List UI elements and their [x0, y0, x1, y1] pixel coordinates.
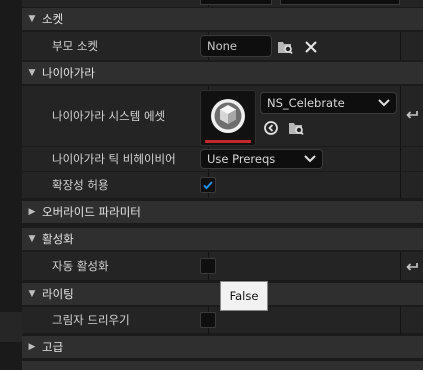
- tooltip: False: [220, 281, 268, 311]
- property-label: 그림자 드리우기: [52, 313, 130, 327]
- checkmark-icon: [203, 181, 213, 190]
- category-override-parameters[interactable]: ▶ 오버라이드 파라미터: [22, 201, 423, 223]
- category-partial: [22, 361, 423, 370]
- reset-arrow-icon[interactable]: [403, 106, 421, 124]
- property-label: 나이아가라 틱 비헤이비어: [52, 152, 176, 166]
- category-label: 활성화: [42, 232, 74, 246]
- parent-socket-field[interactable]: None: [200, 35, 272, 57]
- property-row-tick-behavior: 나이아가라 틱 비헤이비어 Use Prereqs: [22, 147, 423, 171]
- category-label: 소켓: [42, 12, 64, 26]
- category-label: 고급: [42, 340, 64, 354]
- browse-asset-icon[interactable]: [287, 119, 305, 137]
- clear-x-icon[interactable]: [302, 38, 320, 56]
- category-label: 나이아가라: [42, 66, 95, 80]
- partial-row: [22, 0, 423, 7]
- asset-type-underline: [205, 140, 251, 143]
- collapse-arrow-icon: ▼: [28, 14, 36, 24]
- category-label: 라이팅: [42, 287, 74, 301]
- expand-arrow-icon: ▶: [28, 342, 36, 352]
- allow-scalability-checkbox[interactable]: [200, 177, 216, 193]
- niagara-sphere-icon: [211, 99, 245, 133]
- dropdown-value: Use Prereqs: [207, 152, 276, 166]
- property-row-niagara-asset: 나이아가라 시스템 에셋 NS_Celebrate: [22, 86, 423, 146]
- collapse-arrow-icon: ▼: [28, 68, 36, 78]
- property-label: 확장성 허용: [52, 178, 109, 192]
- chevron-down-icon: [378, 99, 390, 107]
- property-row-auto-activate: 자동 활성화: [22, 252, 423, 280]
- collapse-arrow-icon: ▼: [28, 289, 36, 299]
- category-niagara[interactable]: ▼ 나이아가라: [22, 62, 423, 84]
- chevron-down-icon: [304, 155, 316, 163]
- left-panel-strip: [0, 0, 22, 370]
- asset-picker-combo[interactable]: NS_Celebrate: [260, 92, 397, 114]
- browse-asset-icon[interactable]: [276, 38, 294, 56]
- collapse-arrow-icon: ▼: [28, 234, 36, 244]
- reset-arrow-icon[interactable]: [403, 258, 421, 276]
- property-row-parent-socket: 부모 소켓 None: [22, 32, 423, 60]
- property-label: 나이아가라 시스템 에셋: [52, 109, 166, 123]
- details-panel: ▼ 소켓 부모 소켓 None ▼ 나이아가라 나이아가라 시스템 에셋 NS_…: [22, 0, 423, 370]
- property-label: 자동 활성화: [52, 259, 109, 273]
- tick-behavior-dropdown[interactable]: Use Prereqs: [200, 149, 323, 169]
- cast-shadow-checkbox[interactable]: [200, 312, 216, 328]
- asset-thumbnail[interactable]: [200, 90, 256, 146]
- property-label: 부모 소켓: [52, 39, 98, 53]
- category-socket[interactable]: ▼ 소켓: [22, 8, 423, 30]
- property-row-allow-scalability: 확장성 허용: [22, 172, 423, 198]
- asset-name: NS_Celebrate: [267, 96, 345, 110]
- expand-arrow-icon: ▶: [28, 207, 36, 217]
- category-activation[interactable]: ▼ 활성화: [22, 228, 423, 250]
- use-selected-icon[interactable]: [262, 119, 280, 137]
- category-advanced[interactable]: ▶ 고급: [22, 336, 423, 358]
- category-label: 오버라이드 파라미터: [42, 205, 141, 219]
- auto-activate-checkbox[interactable]: [200, 258, 216, 274]
